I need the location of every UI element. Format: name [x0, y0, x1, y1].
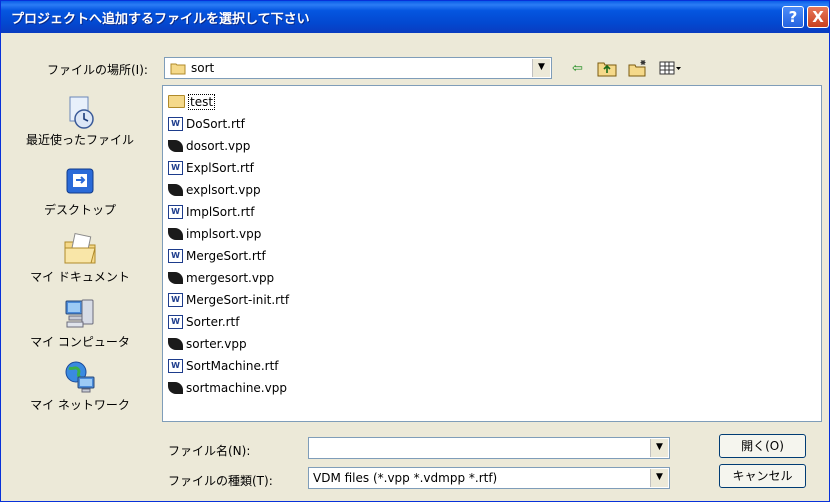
list-item[interactable]: mergesort.vpp	[168, 268, 274, 288]
list-item[interactable]: dosort.vpp	[168, 136, 250, 156]
file-name: DoSort.rtf	[186, 117, 245, 131]
back-arrow-icon[interactable]: ⇦	[572, 61, 583, 76]
list-item[interactable]: W DoSort.rtf	[168, 114, 245, 134]
list-item[interactable]: sorter.vpp	[168, 334, 247, 354]
filetype-value: VDM files (*.vpp *.vdmpp *.rtf)	[313, 471, 498, 485]
place-label: デスクトップ	[43, 203, 116, 217]
file-name: sorter.vpp	[186, 337, 247, 351]
rtf-document-icon: W	[168, 248, 183, 263]
list-item[interactable]: implsort.vpp	[168, 224, 261, 244]
rtf-document-icon: W	[168, 292, 183, 307]
folder-icon	[170, 61, 186, 78]
my-documents-icon	[63, 232, 97, 266]
place-label: マイ コンピュータ	[30, 335, 130, 349]
rtf-document-icon: W	[168, 204, 183, 219]
vpp-file-icon	[168, 381, 183, 394]
list-item[interactable]: W MergeSort.rtf	[168, 246, 266, 266]
place-label: マイ ネットワーク	[30, 398, 130, 412]
location-value: sort	[191, 61, 215, 75]
new-folder-icon[interactable]	[628, 59, 648, 81]
place-desktop[interactable]: デスクトップ	[1, 165, 159, 218]
filename-label: ファイル名(N):	[168, 444, 251, 458]
file-name: sortmachine.vpp	[186, 381, 287, 395]
close-button[interactable]: X	[807, 6, 829, 28]
file-name: SortMachine.rtf	[186, 359, 279, 373]
place-my-network[interactable]: マイ ネットワーク	[1, 360, 159, 413]
up-folder-icon[interactable]	[597, 59, 617, 81]
dialog-title: プロジェクトへ追加するファイルを選択して下さい	[11, 12, 310, 27]
list-item[interactable]: W ExplSort.rtf	[168, 158, 254, 178]
list-item[interactable]: W Sorter.rtf	[168, 312, 240, 332]
recent-files-icon	[63, 95, 97, 129]
rtf-document-icon: W	[168, 314, 183, 329]
rtf-document-icon: W	[168, 358, 183, 373]
location-label: ファイルの場所(I):	[47, 63, 148, 77]
list-item[interactable]: test	[168, 92, 216, 112]
list-item[interactable]: explsort.vpp	[168, 180, 261, 200]
filename-dropdown-arrow[interactable]: ▼	[650, 439, 668, 457]
filename-input[interactable]	[311, 440, 641, 456]
rtf-document-icon: W	[168, 116, 183, 131]
list-item[interactable]: W MergeSort-init.rtf	[168, 290, 289, 310]
open-button[interactable]: 開く(O)	[719, 434, 806, 458]
location-combo[interactable]: sort ▼	[164, 57, 552, 79]
place-my-computer[interactable]: マイ コンピュータ	[1, 297, 159, 350]
file-name: mergesort.vpp	[186, 271, 275, 285]
places-bar: 最近使ったファイル デスクトップ マイ ドキュメント マイ コンピュータ マイ …	[1, 85, 159, 425]
file-name: Sorter.rtf	[186, 315, 240, 329]
filetype-label: ファイルの種類(T):	[168, 474, 273, 488]
place-label: 最近使ったファイル	[25, 133, 134, 147]
list-item[interactable]: W ImplSort.rtf	[168, 202, 254, 222]
location-dropdown-arrow[interactable]: ▼	[532, 59, 550, 77]
place-label: マイ ドキュメント	[30, 270, 130, 284]
filename-combo[interactable]: ▼	[308, 437, 670, 459]
place-my-documents[interactable]: マイ ドキュメント	[1, 232, 159, 285]
file-name: MergeSort-init.rtf	[186, 293, 290, 307]
place-recent[interactable]: 最近使ったファイル	[1, 95, 159, 148]
folder-icon	[168, 95, 185, 108]
title-bar[interactable]: プロジェクトへ追加するファイルを選択して下さい ? X	[1, 1, 829, 33]
view-menu-icon[interactable]	[659, 59, 683, 81]
list-item[interactable]: sortmachine.vpp	[168, 378, 287, 398]
my-computer-icon	[63, 297, 97, 331]
file-name: ExplSort.rtf	[186, 161, 254, 175]
filetype-dropdown-arrow[interactable]: ▼	[650, 469, 668, 487]
file-name: MergeSort.rtf	[186, 249, 266, 263]
vpp-file-icon	[168, 139, 183, 152]
file-name: ImplSort.rtf	[186, 205, 255, 219]
vpp-file-icon	[168, 183, 183, 196]
desktop-icon	[63, 165, 97, 199]
list-item[interactable]: W SortMachine.rtf	[168, 356, 279, 376]
file-name: dosort.vpp	[186, 139, 251, 153]
file-name: explsort.vpp	[186, 183, 261, 197]
file-name: test	[188, 94, 216, 110]
vpp-file-icon	[168, 271, 183, 284]
filetype-combo[interactable]: VDM files (*.vpp *.vdmpp *.rtf) ▼	[308, 467, 670, 489]
rtf-document-icon: W	[168, 160, 183, 175]
cancel-button[interactable]: キャンセル	[719, 464, 806, 488]
file-open-dialog: プロジェクトへ追加するファイルを選択して下さい ? X ファイルの場所(I): …	[0, 0, 830, 502]
vpp-file-icon	[168, 337, 183, 350]
vpp-file-icon	[168, 227, 183, 240]
file-name: implsort.vpp	[186, 227, 262, 241]
help-button[interactable]: ?	[782, 6, 804, 28]
my-network-icon	[63, 360, 97, 394]
file-list[interactable]: test W DoSort.rtf dosort.vpp W ExplSort.rt…	[162, 85, 822, 422]
